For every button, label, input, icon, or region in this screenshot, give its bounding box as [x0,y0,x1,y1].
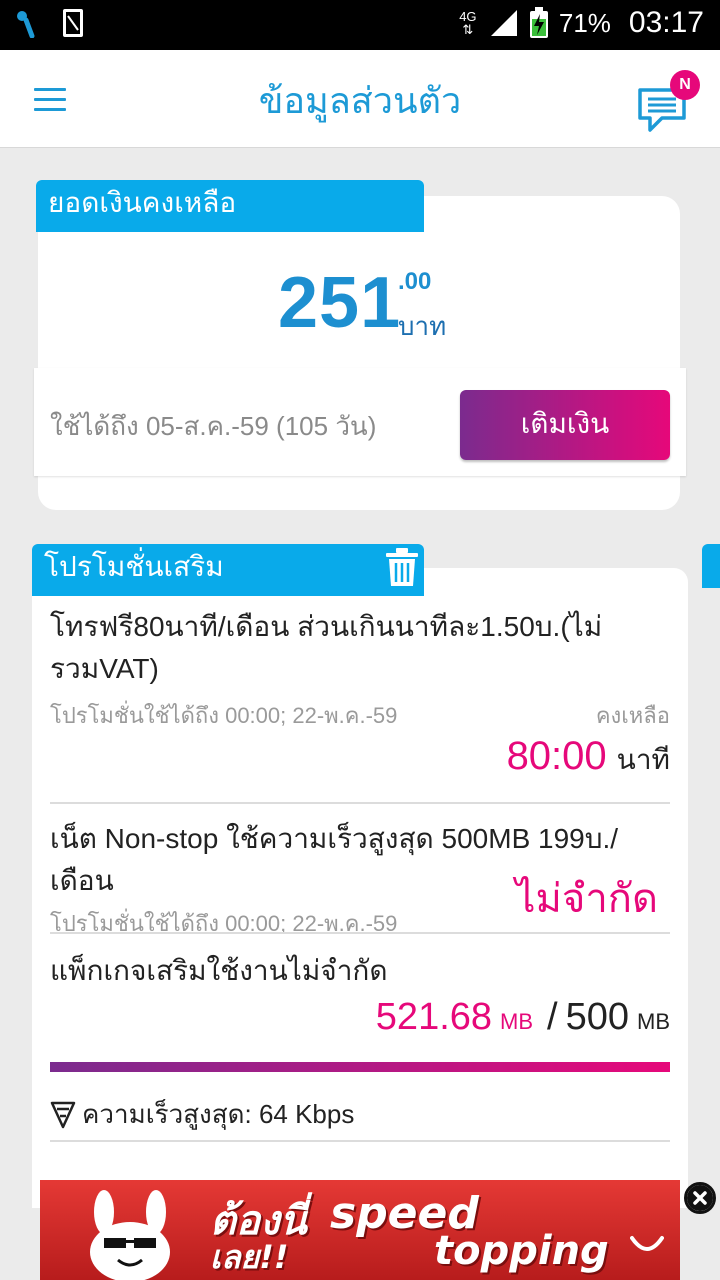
balance-expiry: ใช้ได้ถึง 05-ส.ค.-59 (105 วัน) [50,411,377,441]
balance-section-label: ยอดเงินคงเหลือ [36,180,424,232]
carrier-logo-icon [17,11,35,38]
divider [50,802,670,804]
divider [50,932,670,934]
promo-item-addon[interactable]: แพ็กเกจเสริมใช้งานไม่จำกัด 521.68 MB / 5… [50,950,670,1038]
brand-swoosh-icon [630,1236,664,1251]
promo-item-internet[interactable]: เน็ต Non-stop ใช้ความเร็วสูงสุด 500MB 19… [50,818,670,941]
balance-currency: บาท [398,311,447,341]
topup-button[interactable]: เติมเงิน [460,390,670,460]
usage-separator: / [547,996,558,1038]
balance-amount-decimal: .00 [398,268,432,295]
battery-charging-icon [529,7,548,38]
remaining-label: คงเหลือ [595,703,670,728]
balance-amount: 251 .00 บาท [278,262,446,343]
promo-item-call[interactable]: โทรฟรี80นาที/เดือน ส่วนเกินนาทีละ1.50บ.(… [50,606,670,778]
balance-amount-whole: 251 [278,263,402,343]
speed-funnel-icon [50,1101,76,1128]
sim-icon [63,9,83,37]
divider [50,1140,670,1142]
network-type-indicator: 4G ⇅ [459,9,477,37]
clock: 03:17 [628,6,704,39]
remaining-unit: นาที [616,744,670,775]
messages-button[interactable]: N [636,70,700,132]
total-data-value: 500 [565,996,629,1038]
used-data-value: 521.68 [375,996,493,1038]
remaining-unlimited: ไม่จำกัด [515,877,658,921]
ad-text-topping: topping [434,1228,609,1274]
next-card-edge[interactable] [702,544,720,588]
promo-valid-until: โปรโมชั่นใช้ได้ถึง 00:00; 22-พ.ค.-59 [50,703,398,728]
trash-icon[interactable] [384,548,420,588]
expiry-strip: ใช้ได้ถึง 05-ส.ค.-59 (105 วัน) เติมเงิน [34,368,686,476]
close-icon [687,1185,713,1211]
data-usage-bar [50,1062,670,1072]
ad-text-line2: เลย!! [210,1238,289,1276]
signal-icon [490,10,517,36]
page-title: ข้อมูลส่วนตัว [258,80,462,121]
app-bar: ข้อมูลส่วนตัว N [0,50,720,148]
used-data-unit: MB [500,1009,534,1034]
notification-badge: N [670,70,700,100]
close-ad-button[interactable] [684,1182,716,1214]
promotions-section-label: โปรโมชั่นเสริม [32,544,424,596]
remaining-minutes: 80:00 [506,734,607,778]
battery-percent: 71% [558,7,611,38]
status-bar: 4G ⇅ 71% 03:17 [0,0,720,50]
total-data-unit: MB [637,1009,670,1034]
ad-banner[interactable]: ต้องนี่ เลย!! speed topping [40,1180,680,1280]
mascot-icon [90,1190,170,1280]
max-speed-row: ความเร็วสูงสุด: 64 Kbps [50,1094,354,1135]
